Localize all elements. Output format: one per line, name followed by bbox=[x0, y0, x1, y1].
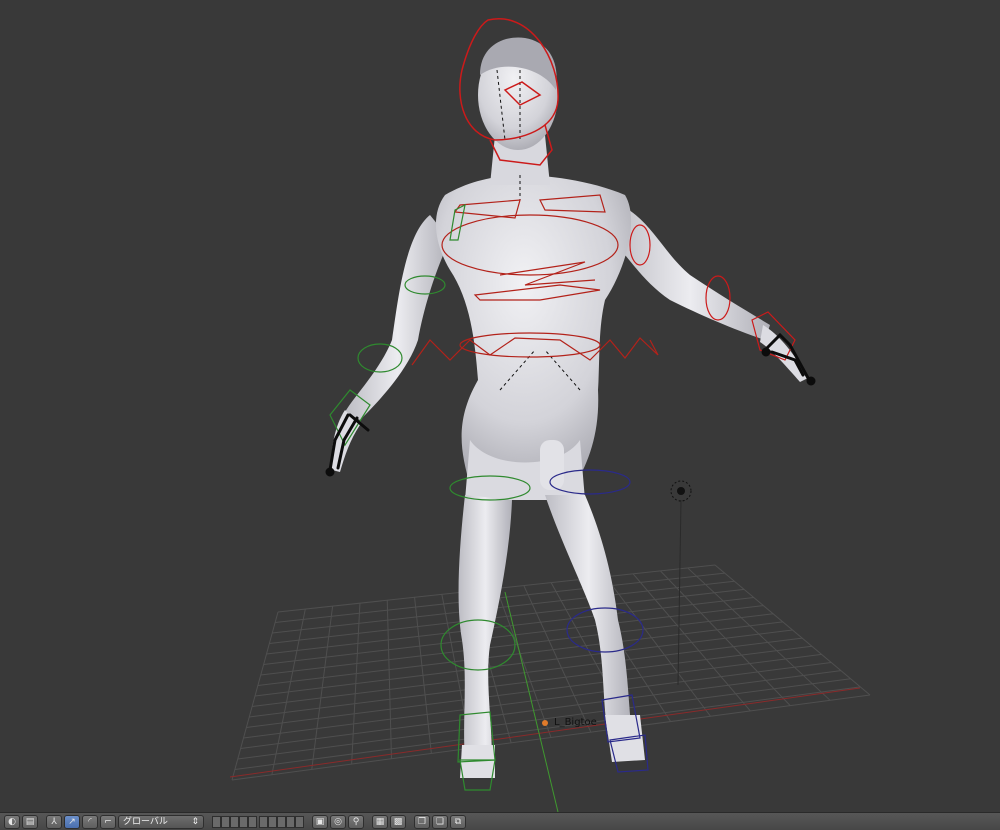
layer-3[interactable] bbox=[230, 815, 239, 828]
orientation-value: グローバル bbox=[123, 816, 168, 827]
3d-viewport[interactable]: L_Bigtoe bbox=[0, 0, 1000, 812]
paste-flipped-button[interactable]: ⧉ bbox=[450, 814, 466, 829]
y-axis-line bbox=[504, 591, 559, 812]
transform-orientation-select[interactable]: グローバル ⇕ bbox=[118, 814, 204, 829]
proportional-icon: ◎ bbox=[334, 816, 342, 827]
grid-line bbox=[687, 567, 831, 701]
grid-line bbox=[240, 670, 842, 749]
layer-10[interactable] bbox=[295, 815, 304, 828]
layer-7[interactable] bbox=[268, 815, 277, 828]
layer-1[interactable] bbox=[212, 815, 221, 828]
grid-line bbox=[714, 564, 871, 696]
layer-8[interactable] bbox=[277, 815, 286, 828]
layer-6[interactable] bbox=[259, 815, 268, 828]
pivot-icon: ▤ bbox=[25, 816, 35, 827]
x-axis-line bbox=[229, 687, 861, 778]
snap-button[interactable]: ⚲ bbox=[348, 814, 364, 829]
paste-pose-button[interactable]: ❏ bbox=[432, 814, 448, 829]
copy-pose-button[interactable]: ❐ bbox=[414, 814, 430, 829]
proportional-edit-button[interactable]: ◎ bbox=[330, 814, 346, 829]
render-button[interactable]: ▦ bbox=[372, 814, 388, 829]
3d-view-header: ◐ ▤ ⅄ ↗ ◜ ⌐ グローバル ⇕ ▣ ◎ ⚲ ▦ ▩ ❐ ❏ ⧉ bbox=[0, 812, 1000, 830]
floor-grid bbox=[231, 564, 871, 781]
camera-icon: ▦ bbox=[375, 816, 385, 827]
clapper-icon: ▩ bbox=[393, 816, 403, 827]
view-icon: ◐ bbox=[8, 816, 16, 827]
grid-line bbox=[246, 653, 822, 728]
lock-icon: ▣ bbox=[315, 816, 325, 827]
lock-layer-button[interactable]: ▣ bbox=[312, 814, 328, 829]
layer-5[interactable] bbox=[248, 815, 257, 828]
rotate-icon: ◜ bbox=[88, 816, 92, 827]
paste-flipped-icon: ⧉ bbox=[454, 816, 462, 827]
copy-icon: ❐ bbox=[417, 816, 427, 827]
grid-line bbox=[237, 678, 851, 760]
layer-2[interactable] bbox=[221, 815, 230, 828]
snap-icon: ⚲ bbox=[352, 816, 360, 827]
updown-icon: ⇕ bbox=[191, 816, 199, 827]
translate-arrow-icon: ↗ bbox=[68, 816, 76, 827]
rotate-button[interactable]: ◜ bbox=[82, 814, 98, 829]
viewport-canvas: L_Bigtoe bbox=[229, 17, 871, 812]
layer-buttons[interactable] bbox=[212, 815, 257, 828]
view-button[interactable]: ◐ bbox=[4, 814, 20, 829]
render-anim-button[interactable]: ▩ bbox=[390, 814, 406, 829]
translate-button[interactable]: ↗ bbox=[64, 814, 80, 829]
bone-name-label: L_Bigtoe bbox=[554, 717, 597, 728]
bone-origin-dot bbox=[542, 720, 548, 726]
pivot-button[interactable]: ▤ bbox=[22, 814, 38, 829]
layer-4[interactable] bbox=[239, 815, 248, 828]
paste-icon: ❏ bbox=[435, 816, 445, 827]
layer-9[interactable] bbox=[286, 815, 295, 828]
manipulator-toggle[interactable]: ⅄ bbox=[46, 814, 62, 829]
scale-icon: ⌐ bbox=[104, 816, 112, 827]
scale-button[interactable]: ⌐ bbox=[100, 814, 116, 829]
manipulator-icon: ⅄ bbox=[51, 816, 57, 827]
layer-buttons-2[interactable] bbox=[259, 815, 304, 828]
